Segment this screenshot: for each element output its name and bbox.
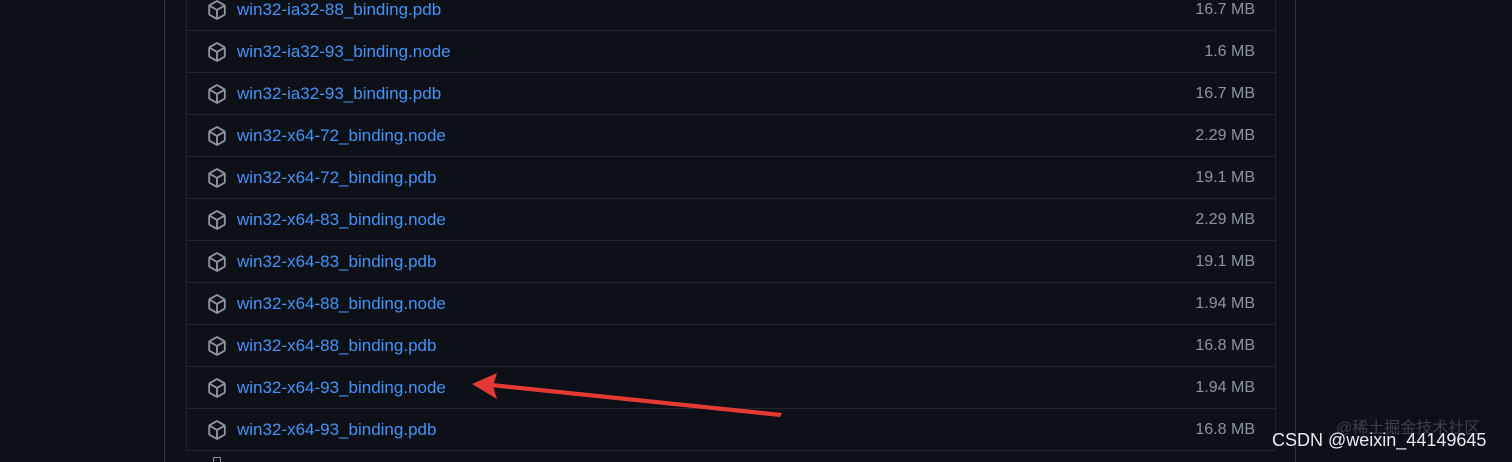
asset-download-link[interactable]: win32-x64-88_binding.node <box>237 294 446 314</box>
asset-size: 2.29 MB <box>1195 127 1255 144</box>
package-icon <box>207 420 227 440</box>
asset-download-link[interactable]: win32-x64-72_binding.pdb <box>237 168 436 188</box>
asset-download-link[interactable]: win32-x64-83_binding.node <box>237 210 446 230</box>
package-icon <box>207 0 227 20</box>
asset-row: win32-ia32-93_binding.node 1.6 MB <box>186 31 1276 73</box>
asset-size: 1.94 MB <box>1195 295 1255 312</box>
asset-download-link[interactable]: win32-ia32-93_binding.node <box>237 42 451 62</box>
asset-row: win32-x64-83_binding.pdb 19.1 MB <box>186 241 1276 283</box>
asset-row: win32-x64-93_binding.pdb 16.8 MB <box>186 409 1276 451</box>
package-icon <box>207 252 227 272</box>
package-icon <box>213 457 221 462</box>
asset-row: win32-x64-72_binding.node 2.29 MB <box>186 115 1276 157</box>
asset-download-link[interactable]: win32-x64-72_binding.node <box>237 126 446 146</box>
asset-size: 1.6 MB <box>1204 43 1255 60</box>
asset-size: 16.7 MB <box>1195 1 1255 18</box>
csdn-watermark: CSDN @weixin_44149645 <box>1272 430 1487 450</box>
asset-size: 16.8 MB <box>1195 337 1255 354</box>
asset-download-link[interactable]: win32-ia32-88_binding.pdb <box>237 0 441 20</box>
package-icon <box>207 168 227 188</box>
asset-size: 19.1 MB <box>1195 169 1255 186</box>
asset-list: win32-ia32-88_binding.pdb 16.7 MB win32-ia… <box>186 0 1276 451</box>
package-icon <box>207 336 227 356</box>
asset-size: 19.1 MB <box>1195 253 1255 270</box>
asset-row: win32-x64-88_binding.pdb 16.8 MB <box>186 325 1276 367</box>
package-icon <box>207 294 227 314</box>
asset-download-link[interactable]: win32-x64-88_binding.pdb <box>237 336 436 356</box>
partial-asset-row <box>186 451 1276 462</box>
package-icon <box>207 210 227 230</box>
asset-download-link[interactable]: win32-x64-93_binding.pdb <box>237 420 436 440</box>
asset-download-link[interactable]: win32-x64-83_binding.pdb <box>237 252 436 272</box>
release-assets-page: win32-ia32-88_binding.pdb 16.7 MB win32-ia… <box>0 0 1512 462</box>
asset-row: win32-x64-88_binding.node 1.94 MB <box>186 283 1276 325</box>
asset-row: win32-x64-93_binding.node 1.94 MB <box>186 367 1276 409</box>
package-icon <box>207 42 227 62</box>
package-icon <box>207 378 227 398</box>
asset-row: win32-x64-72_binding.pdb 19.1 MB <box>186 157 1276 199</box>
asset-download-link[interactable]: win32-x64-93_binding.node <box>237 378 446 398</box>
asset-download-link[interactable]: win32-ia32-93_binding.pdb <box>237 84 441 104</box>
asset-row: win32-x64-83_binding.node 2.29 MB <box>186 199 1276 241</box>
asset-row: win32-ia32-93_binding.pdb 16.7 MB <box>186 73 1276 115</box>
asset-row: win32-ia32-88_binding.pdb 16.7 MB <box>186 0 1276 31</box>
package-icon <box>207 126 227 146</box>
asset-size: 16.8 MB <box>1195 421 1255 438</box>
package-icon <box>207 84 227 104</box>
asset-size: 1.94 MB <box>1195 379 1255 396</box>
asset-size: 2.29 MB <box>1195 211 1255 228</box>
asset-size: 16.7 MB <box>1195 85 1255 102</box>
